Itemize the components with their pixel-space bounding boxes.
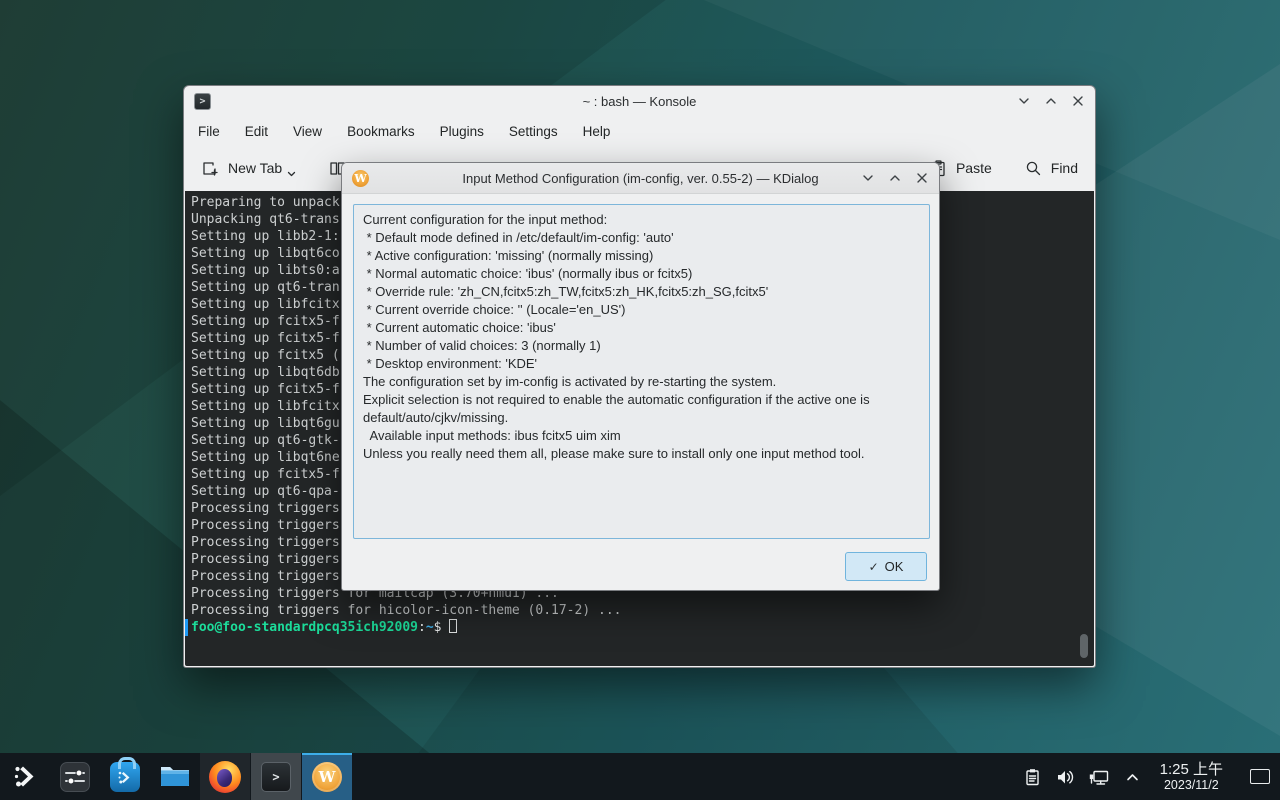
dialog-message-line: * Active configuration: 'missing' (norma…: [363, 247, 920, 265]
firefox-icon: [209, 761, 241, 793]
dialog-message-line: * Desktop environment: 'KDE': [363, 355, 920, 373]
konsole-icon-glyph: >: [199, 96, 205, 107]
task-firefox[interactable]: [200, 753, 250, 800]
system-tray: 1:25 上午 2023/11/2: [1023, 761, 1280, 793]
kdialog-w-icon: W: [312, 762, 342, 792]
find-icon: [1024, 159, 1043, 178]
dialog-message-line: Current configuration for the input meth…: [363, 211, 920, 229]
konsole-titlebar[interactable]: > ~ : bash — Konsole: [184, 86, 1095, 116]
dialog-message-line: default/auto/cjkv/missing.: [363, 409, 920, 427]
menu-item[interactable]: Edit: [245, 124, 268, 139]
clipboard-icon[interactable]: [1023, 767, 1042, 787]
konsole-icon-glyph: >: [272, 770, 279, 784]
dialog-message-line: The configuration set by im-config is ac…: [363, 373, 920, 391]
prompt-user-host: foo@foo-standardpcq35ich92009: [191, 620, 418, 635]
clock-time: 1:25 上午: [1160, 761, 1223, 778]
ok-button[interactable]: ✓ OK: [845, 552, 927, 581]
menu-item[interactable]: Help: [583, 124, 611, 139]
terminal-cursor: [449, 619, 457, 633]
prompt-symbol: $: [434, 620, 442, 635]
konsole-icon: >: [261, 762, 291, 792]
dialog-message-line: Available input methods: ibus fcitx5 uim…: [363, 427, 920, 445]
prompt-separator: :: [418, 620, 426, 635]
menu-item[interactable]: Settings: [509, 124, 558, 139]
minimize-icon[interactable]: [861, 171, 875, 185]
network-icon[interactable]: [1088, 767, 1111, 787]
task-kdialog[interactable]: W: [302, 753, 352, 800]
find-button[interactable]: Find: [1024, 159, 1078, 178]
kdialog-window-controls: [861, 171, 929, 185]
system-settings-icon[interactable]: [50, 753, 100, 800]
shell-prompt: foo@foo-standardpcq35ich92009:~$: [191, 619, 1094, 636]
ok-button-label: OK: [885, 559, 904, 574]
dialog-message-line: Explicit selection is not required to en…: [363, 391, 920, 409]
dialog-message-line: * Current override choice: '' (Locale='e…: [363, 301, 920, 319]
kdialog-titlebar[interactable]: W Input Method Configuration (im-config,…: [342, 163, 939, 194]
new-tab-button[interactable]: New Tab: [201, 159, 296, 178]
check-icon: ✓: [869, 560, 879, 574]
clock[interactable]: 1:25 上午 2023/11/2: [1160, 761, 1223, 793]
kdialog-window: W Input Method Configuration (im-config,…: [341, 162, 940, 591]
show-desktop-icon[interactable]: [1250, 769, 1270, 784]
menu-item[interactable]: File: [198, 124, 220, 139]
menu-item[interactable]: Bookmarks: [347, 124, 415, 139]
dialog-message-line: Unless you really need them all, please …: [363, 445, 920, 463]
menu-item[interactable]: Plugins: [440, 124, 484, 139]
kickoff-launcher-icon[interactable]: [0, 753, 50, 800]
maximize-icon[interactable]: [1044, 94, 1058, 108]
discover-icon[interactable]: [100, 753, 150, 800]
dialog-message-line: * Default mode defined in /etc/default/i…: [363, 229, 920, 247]
chevron-down-icon: [287, 171, 296, 178]
konsole-icon: >: [194, 93, 211, 110]
minimize-icon[interactable]: [1017, 94, 1031, 108]
new-tab-label: New Tab: [228, 160, 282, 176]
paste-label: Paste: [956, 160, 992, 176]
find-label: Find: [1051, 160, 1078, 176]
konsole-window-controls: [1017, 94, 1085, 108]
maximize-icon[interactable]: [888, 171, 902, 185]
terminal-scrollbar[interactable]: [1080, 634, 1088, 658]
dialog-message-line: * Current automatic choice: 'ibus': [363, 319, 920, 337]
konsole-menubar: File Edit View Bookmarks Plugins Settings Help: [184, 116, 1095, 146]
dialog-message-line: * Normal automatic choice: 'ibus' (norma…: [363, 265, 920, 283]
expand-tray-icon[interactable]: [1124, 769, 1141, 785]
dialog-message-line: * Override rule: 'zh_CN,fcitx5:zh_TW,fci…: [363, 283, 920, 301]
close-icon[interactable]: [915, 171, 929, 185]
volume-icon[interactable]: [1055, 767, 1075, 787]
new-tab-icon: [201, 159, 220, 178]
kdialog-window-title: Input Method Configuration (im-config, v…: [462, 171, 818, 186]
dolphin-icon[interactable]: [150, 753, 200, 800]
close-icon[interactable]: [1071, 94, 1085, 108]
kdialog-w-icon: W: [352, 170, 369, 187]
taskbar: > W 1:25 上午 2023/11/2: [0, 753, 1280, 800]
menu-item[interactable]: View: [293, 124, 322, 139]
dialog-message-line: * Number of valid choices: 3 (normally 1…: [363, 337, 920, 355]
clock-date: 2023/11/2: [1160, 778, 1223, 792]
konsole-window-title: ~ : bash — Konsole: [583, 94, 697, 109]
terminal-line: Processing triggers for hicolor-icon-the…: [191, 602, 1094, 619]
task-konsole[interactable]: >: [251, 753, 301, 800]
dialog-message: Current configuration for the input meth…: [353, 204, 930, 539]
prompt-path: ~: [426, 620, 434, 635]
